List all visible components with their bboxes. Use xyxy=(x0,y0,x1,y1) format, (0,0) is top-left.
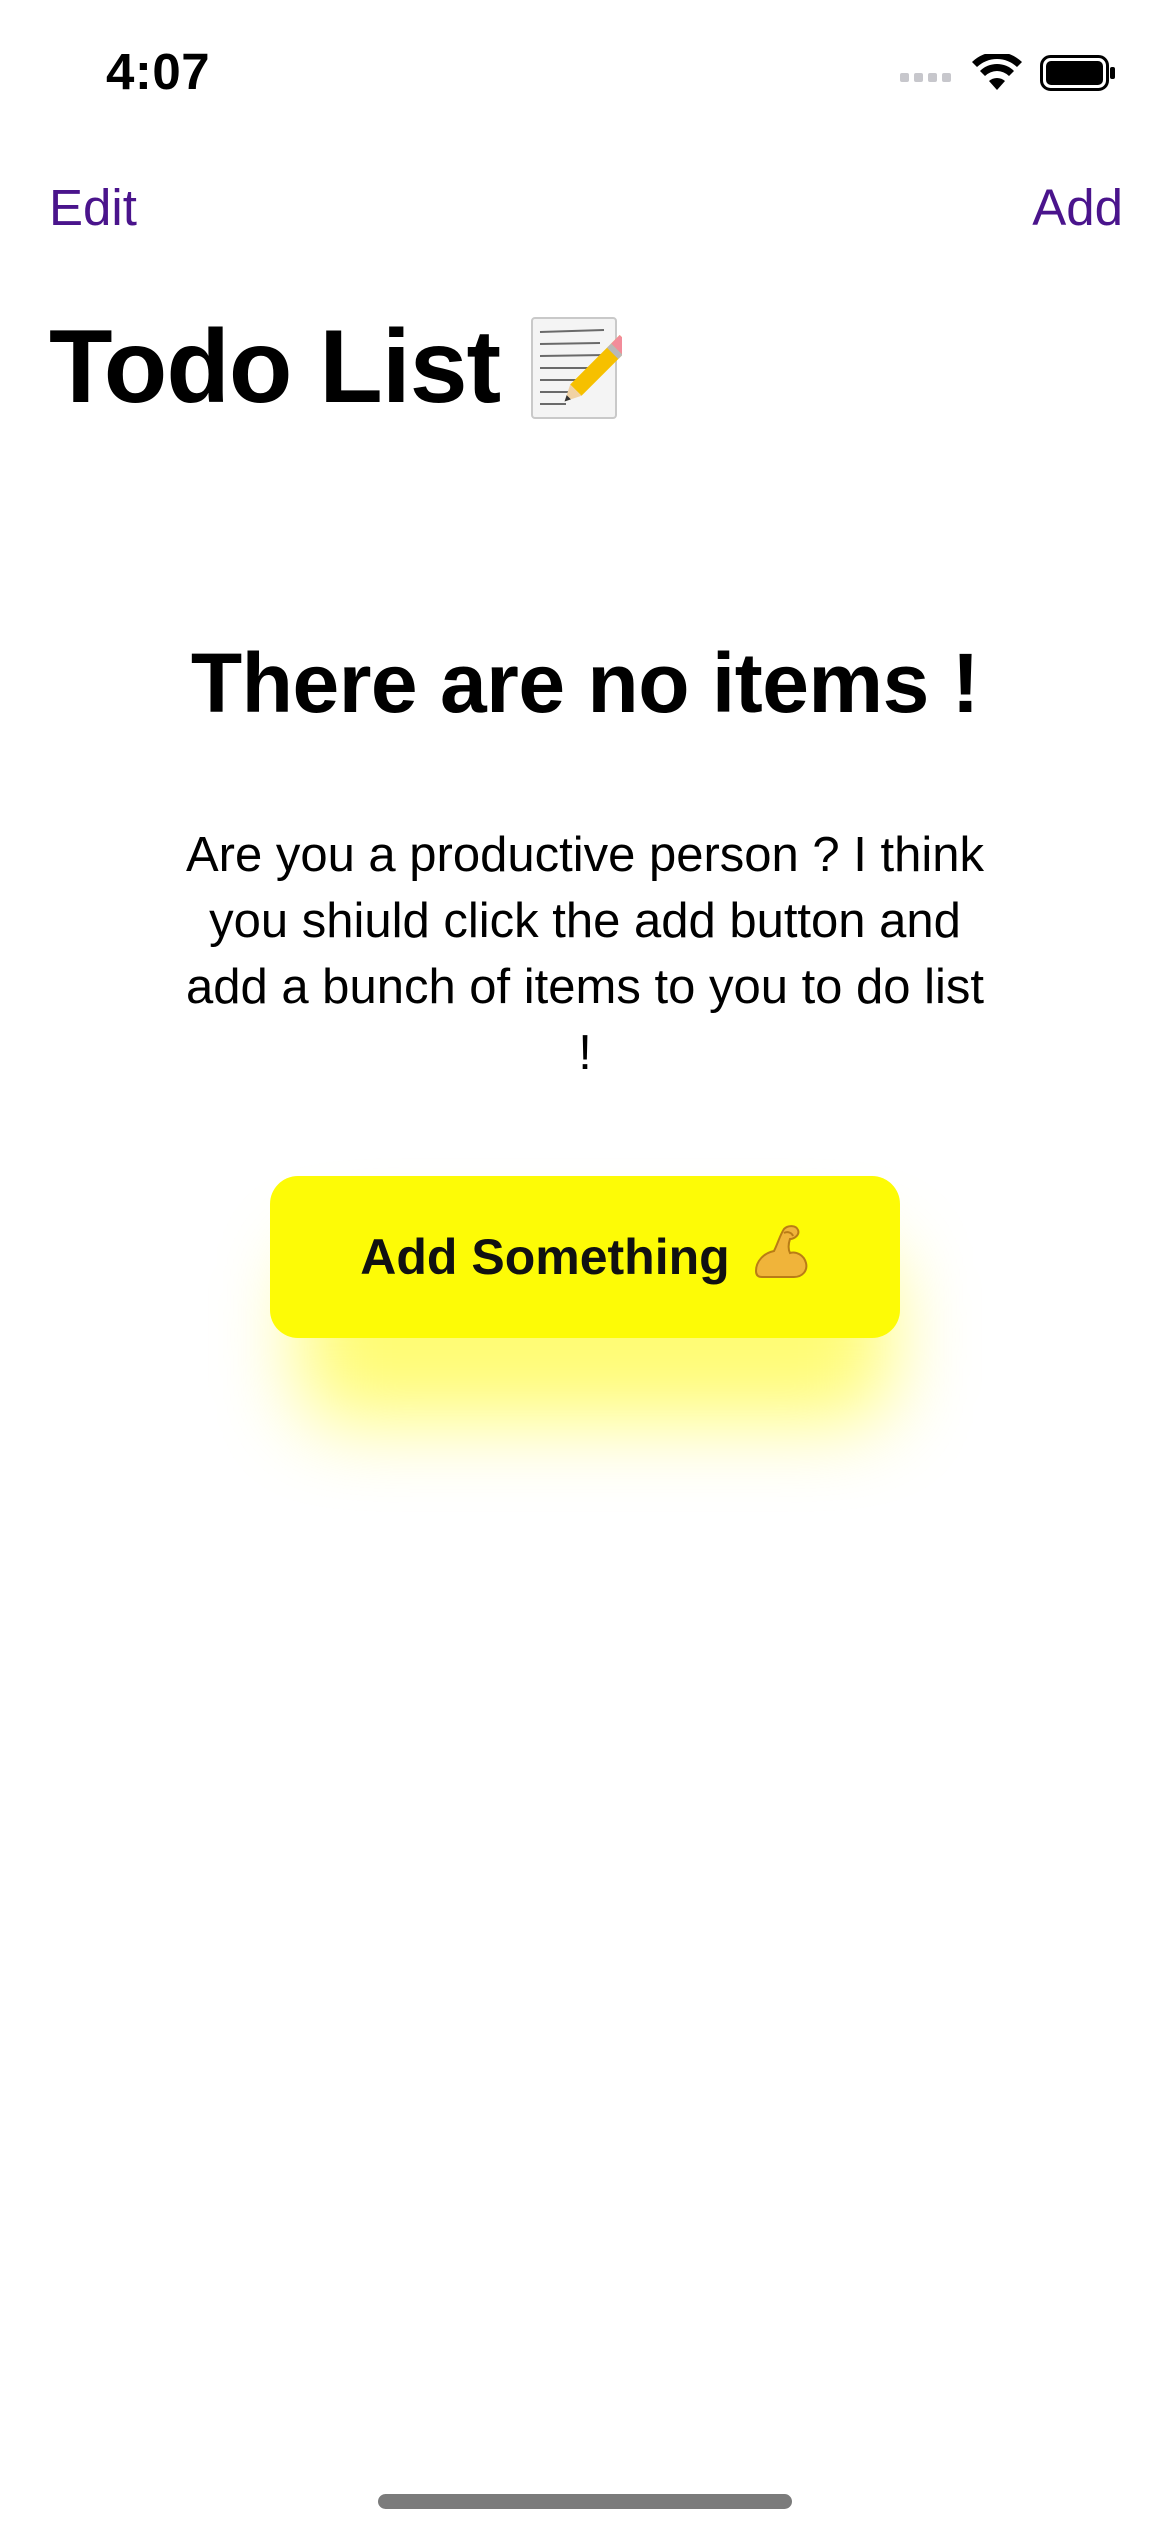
cellular-signal-icon xyxy=(900,63,954,88)
status-icons xyxy=(900,50,1116,100)
empty-state-title: There are no items ! xyxy=(190,636,980,730)
status-bar: 4:07 xyxy=(0,0,1170,150)
battery-icon xyxy=(1040,54,1116,96)
wifi-icon xyxy=(972,51,1022,97)
status-time: 4:07 xyxy=(106,43,211,100)
page-title-row: Todo List xyxy=(49,308,632,427)
add-something-button[interactable]: Add Something xyxy=(270,1176,900,1338)
page-title: Todo List xyxy=(49,309,501,425)
home-indicator xyxy=(378,2494,792,2509)
empty-state-description: Are you a productive person ? I think yo… xyxy=(185,828,985,1080)
add-something-label: Add Something xyxy=(360,1229,730,1285)
memo-icon xyxy=(530,316,632,420)
navigation-bar: Edit Add xyxy=(0,170,1170,250)
flexed-biceps-icon xyxy=(750,1221,810,1293)
edit-button[interactable]: Edit xyxy=(49,178,137,237)
add-button[interactable]: Add xyxy=(1032,178,1123,237)
